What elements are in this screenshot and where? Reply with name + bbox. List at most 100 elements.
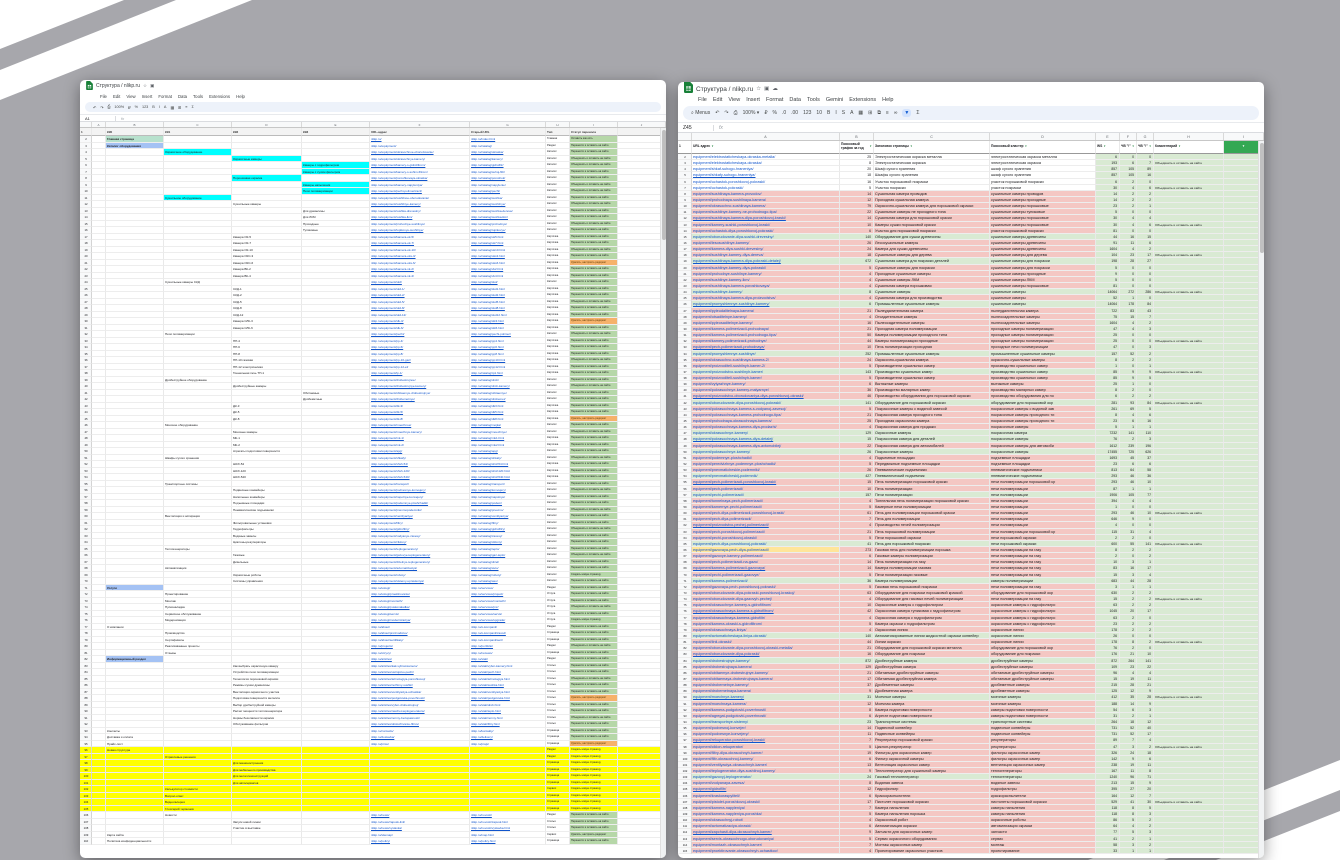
italic-icon[interactable]: I [835, 110, 836, 116]
url-link[interactable]: equipment/vytyazhnye-kamery/ [693, 382, 746, 386]
old-url-link[interactable]: nlikp.ru/catalog/okraska/ [471, 150, 503, 154]
url-link[interactable]: nlikp.ru/equipment/mk-1/ [371, 436, 404, 440]
old-url-link[interactable]: nlikp.ru/catalog/skd12.html [471, 313, 507, 317]
url-link[interactable]: equipment/pechi-poroshkovoj-okraski/ [693, 536, 757, 540]
old-url-link[interactable]: nlikp.ru/novosti/zapusk.html [471, 820, 508, 824]
url-link[interactable]: equipment/pokrasochnaya-kamera-dlya-avto… [693, 444, 781, 448]
menu-extensions[interactable]: Extensions [209, 94, 230, 99]
header-cell[interactable]: ЧВ "!" [1137, 141, 1154, 154]
header-cell[interactable]: Поисковый кластер [990, 141, 1096, 154]
old-url-link[interactable]: nlikp.ru/catalog/avto/ [471, 566, 499, 570]
column-header-i[interactable]: I [1224, 133, 1264, 140]
old-url-link[interactable]: nlikp.ru/catalog/zavesy/ [471, 534, 502, 538]
header-cell[interactable]: Заголовок страницы [874, 141, 990, 154]
url-link[interactable]: nlikp.ru/equipment/shkafy/ [371, 456, 406, 460]
old-url-link[interactable]: nlikp.ru/catalog/apg/ [471, 449, 498, 453]
url-link[interactable]: equipment/sushilnaya-kamera-dlya-pokrask… [693, 259, 781, 263]
zoom-select[interactable]: 100% ▾ [743, 110, 760, 116]
old-url-link[interactable]: nlikp.ru/catalog/skd2.html [471, 293, 505, 297]
url-link[interactable]: nlikp.ru/equipment/pp-4/ [371, 339, 403, 343]
url-link[interactable]: equipment/gazovye-kamery-polimerizacii/ [693, 554, 763, 558]
url-link[interactable]: equipment/sushilnye-kamery-ne-prohodnogo… [693, 210, 777, 214]
url-link[interactable]: equipment/proizvoditeli-sushilnyh-kamer/ [693, 376, 762, 380]
url-link[interactable]: equipment/pokrasochnye-kamery/ [693, 450, 750, 454]
old-url-link[interactable]: nlikp.ru/stati/pech.html [471, 670, 501, 674]
url-link[interactable]: equipment/servis-okrasochnogo-oborudovan… [693, 837, 774, 841]
url-link[interactable]: nlikp.ru/equipment/skd-5/ [371, 300, 405, 304]
url-link[interactable]: nlikp.ru/equipment/kamera-ok-5/ [371, 235, 414, 239]
url-link[interactable]: nlikp.ru/articles/ustrojstvo-pechi/ [371, 670, 414, 674]
url-link[interactable]: nlikp.ru/equipment/skd-2/ [371, 293, 405, 297]
url-link[interactable]: nlikp.ru/articles/ventilyaciya-uchastka/ [371, 690, 421, 694]
url-link[interactable]: equipment/oborudovanie-dlya-pokraski/ [693, 652, 760, 656]
old-url-link[interactable]: nlikp.ru/catalog/pp8.html [471, 352, 504, 356]
move-folder-icon[interactable]: ▣ [764, 86, 769, 92]
url-link[interactable]: equipment/gazovaya-pech-poroshkovoj-pokr… [693, 585, 776, 589]
url-link[interactable]: equipment/oborudovanie-dlya-gazovyh-pech… [693, 597, 772, 601]
url-link[interactable]: nlikp.ru/equipment/tupikovye-sushilnye/ [371, 228, 423, 232]
old-url-link[interactable]: nlikp.ru/stati/vybor-kamery.html [471, 664, 512, 668]
redo-icon[interactable]: ↷ [100, 105, 103, 110]
url-link[interactable]: equipment/pech-dlya-polimerizacii-porosh… [693, 511, 784, 515]
comment-cell[interactable] [1154, 848, 1224, 854]
url-link[interactable]: equipment/kamera-napyleniya/ [693, 806, 745, 810]
url-link[interactable]: equipment/moechnaya-kamera/ [693, 702, 746, 706]
url-link[interactable]: equipment/kamery-sushki-poroshkovoj-kras… [693, 223, 770, 227]
url-link[interactable]: nlikp.ru/about/proizvodstvo/ [371, 631, 408, 635]
old-url-link[interactable]: nlikp.ru/catalog/transport/ [471, 482, 505, 486]
url-link[interactable]: equipment/okrasochno-sushilnaya-kamera/ [693, 204, 766, 208]
url-link[interactable]: equipment/kamera-polimerizacii-prohodnay… [693, 327, 769, 331]
old-url-link[interactable]: nlikp.ru/catalog/ok7.html [471, 241, 503, 245]
url-link[interactable]: equipment/podemnye-ploshchadki/ [693, 456, 752, 460]
old-url-link[interactable]: nlikp.ru/catalog/shsh540.html [471, 475, 510, 479]
old-url-link[interactable]: nlikp.ru/prajs/ [471, 742, 489, 746]
url-link[interactable]: nlikp.ru/equipment/pnevmopodemniki/ [371, 508, 422, 512]
url-link[interactable]: nlikp.ru/policy/ [371, 839, 390, 843]
url-link[interactable]: nlikp.ru/equipment/okrasochnoe-oborudova… [371, 150, 434, 154]
old-url-link[interactable]: nlikp.ru/catalog/ok10.html [471, 248, 505, 252]
old-url-link[interactable]: nlikp.ru/catalog/dk3.html [471, 404, 503, 408]
merge-cells-icon[interactable]: ⧉ [877, 110, 881, 116]
bold-icon[interactable]: B [152, 105, 155, 109]
url-link[interactable]: nlikp.ru/equipment/sushka-lkm/ [371, 215, 412, 219]
old-url-link[interactable]: nlikp.ru/catalog/vk2.html [471, 267, 503, 271]
url-link[interactable]: nlikp.ru/equipment/skd-8/ [371, 306, 405, 310]
old-url-link[interactable]: nlikp.ru/catalog/suhoj-filtr/ [471, 170, 505, 174]
url-link[interactable]: nlikp.ru/equipment/slk-6/ [371, 326, 404, 330]
url-link[interactable]: equipment/transportnye-sistemy/ [693, 720, 748, 724]
italic-icon[interactable]: I [159, 105, 160, 109]
bold-icon[interactable]: B [827, 110, 830, 116]
url-link[interactable]: equipment/filtry-dlya-okrasochnyh-kamer/ [693, 751, 763, 755]
url-link[interactable]: equipment/kraskoraspyliteli/ [693, 794, 740, 798]
url-link[interactable]: equipment/drobemetnaya-kamera/ [693, 689, 751, 693]
old-url-link[interactable]: nlikp.ru/catalog/sushka/ [471, 196, 502, 200]
url-link[interactable]: equipment/zapchasti-dlya-okrasochnyh-kam… [693, 830, 772, 834]
old-url-link[interactable]: nlikp.ru/catalog/pechi/ [471, 189, 500, 193]
star-icon[interactable]: ☆ [756, 86, 761, 92]
menus-search[interactable]: ⌕ Menus [691, 110, 710, 116]
old-url-link[interactable]: nlikp.ru/catalog/sushka-lkm/ [471, 215, 508, 219]
url-link[interactable]: equipment/gazovaya-pech-dlya-polimerizac… [693, 548, 769, 552]
menu-help[interactable]: Help [236, 94, 245, 99]
url-link[interactable]: nlikp.ru/equipment/ciklony/ [371, 540, 406, 544]
url-link[interactable]: equipment/ciklon-rekuperator/ [693, 745, 743, 749]
freq1-cell[interactable]: 1 [1120, 848, 1137, 854]
menu-extensions[interactable]: Extensions [849, 97, 876, 103]
old-url-link[interactable]: nlikp.ru/catalog/slk3.html [471, 319, 504, 323]
url-link[interactable]: nlikp.ru/equipment/apg/ [371, 449, 402, 453]
url-link[interactable]: nlikp.ru/equipment/kamery-s-gidrofiltrom… [371, 163, 425, 167]
old-url-link[interactable]: nlikp.ru/catalog/drob-kamery/ [471, 384, 510, 388]
column-header-e[interactable]: E [302, 122, 370, 127]
column-header-c[interactable]: C [874, 133, 990, 140]
column-header-i[interactable]: I [570, 122, 618, 127]
url-link[interactable]: equipment/promyshlennye-sushilnye-kamery… [693, 302, 769, 306]
menu-gemini[interactable]: Gemini [826, 97, 843, 103]
column-header-d[interactable]: D [232, 122, 302, 127]
column-header-f[interactable]: F [1120, 133, 1137, 140]
url-link[interactable]: equipment/peredvizhnye-podemnye-ploshcha… [693, 462, 776, 466]
url-link[interactable]: equipment/proektirovanie-okrasochnyh-uch… [693, 849, 778, 853]
old-url-link[interactable]: nlikp.ru/stati/podgotovka.html [471, 696, 510, 700]
url-link[interactable]: nlikp.ru/equipment/drobestrujnye-kamery/ [371, 384, 426, 388]
scrollbar-thumb[interactable] [662, 130, 666, 240]
url-link[interactable]: equipment/avtomaticheskaya-liniya-okrask… [693, 634, 766, 638]
